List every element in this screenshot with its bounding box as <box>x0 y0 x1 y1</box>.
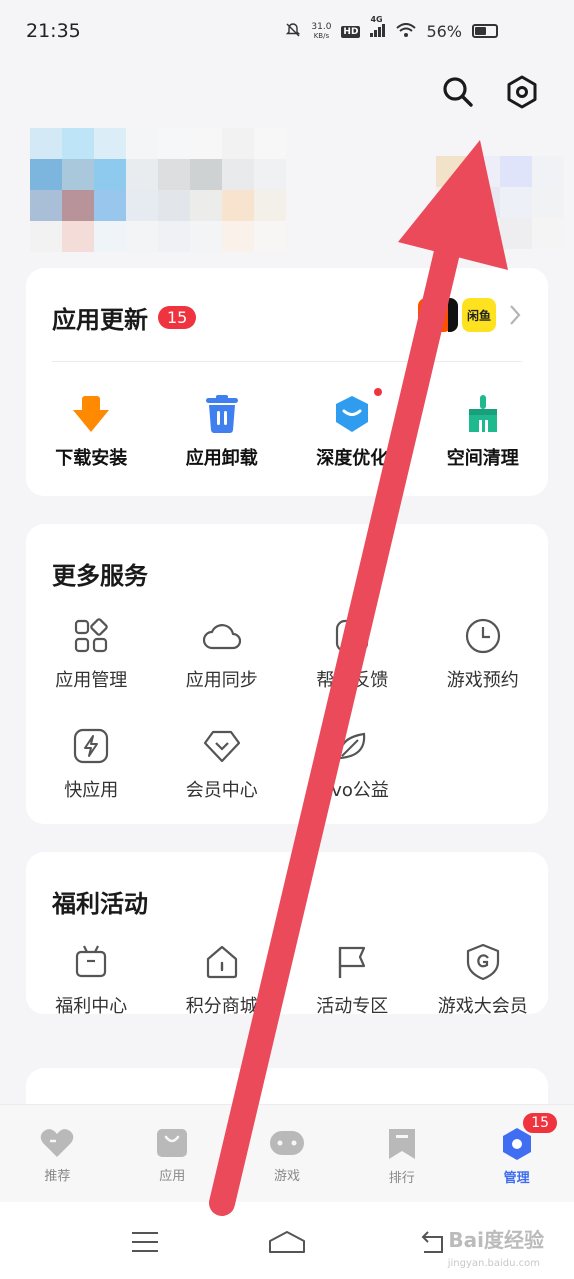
nav-apps[interactable]: 应用 <box>115 1105 230 1202</box>
welfare-row: 福利中心 积分商城 活动专区 游戏大会员 <box>26 940 548 1018</box>
net-speed: 31.0 KB/s <box>311 21 332 40</box>
game-vip-button[interactable]: 游戏大会员 <box>418 940 549 1018</box>
signal-icon: 4G <box>370 15 386 40</box>
cloud-icon <box>200 614 244 658</box>
watermark: Bai度经验 <box>448 1228 544 1252</box>
welfare-card: 福利活动 福利中心 积分商城 活动专区 游戏大会员 <box>26 852 548 1017</box>
search-icon <box>443 77 473 107</box>
trash-icon <box>200 392 244 436</box>
wifi-icon <box>396 23 417 40</box>
app-manage-button[interactable]: 应用管理 <box>26 614 157 692</box>
hd-indicator: HD <box>341 25 361 38</box>
mute-bell-icon <box>285 22 301 41</box>
services-row-2: 快应用 会员中心 vivo公益 <box>26 724 548 802</box>
profile-area[interactable] <box>30 128 564 252</box>
updates-actions: 下载安装 应用卸载 深度优化 空间清理 <box>26 388 549 470</box>
battery-percent: 56% <box>426 22 462 41</box>
help-icon <box>330 614 374 658</box>
broom-icon <box>461 392 505 436</box>
settings-hexagon-icon <box>507 75 537 109</box>
manage-badge: 15 <box>521 1111 560 1135</box>
nav-manage[interactable]: 管理 15 <box>459 1105 574 1202</box>
bookmark-icon <box>388 1129 415 1159</box>
app-thumb-xianyu: 闲鱼 <box>462 298 496 332</box>
points-mall-button[interactable]: 积分商城 <box>157 940 288 1018</box>
status-time: 21:35 <box>26 20 81 42</box>
home-icon <box>269 1231 305 1253</box>
menu-icon <box>132 1232 158 1252</box>
bag-icon <box>157 1129 188 1157</box>
member-center-button[interactable]: 会员中心 <box>157 724 288 802</box>
clock-icon <box>461 614 505 658</box>
battery-icon <box>472 24 498 38</box>
app-updates-title: 应用更新 <box>52 306 148 334</box>
apps-grid-icon <box>69 614 113 658</box>
status-bar: 21:35 31.0 KB/s HD 4G 56% <box>0 0 574 64</box>
bolt-icon <box>69 724 113 768</box>
heart-icon <box>41 1129 74 1157</box>
optimize-icon <box>330 388 383 436</box>
services-row-1: 应用管理 应用同步 帮助反馈 游戏预约 <box>26 614 548 692</box>
leaf-icon <box>330 724 374 768</box>
activity-zone-button[interactable]: 活动专区 <box>287 940 418 1018</box>
download-install-button[interactable]: 下载安装 <box>26 392 157 470</box>
avatar-mosaic <box>30 128 286 252</box>
more-services-title: 更多服务 <box>52 562 148 590</box>
app-updates-card: 应用更新 15 淘 闲鱼 下载安装 应用卸载 深度优化 空间清理 <box>26 268 548 496</box>
deep-optimize-button[interactable]: 深度优化 <box>287 388 418 470</box>
nav-games[interactable]: 游戏 <box>230 1105 345 1202</box>
diamond-icon <box>200 724 244 768</box>
download-arrow-icon <box>69 392 113 436</box>
gift-icon <box>69 940 113 984</box>
updates-count-badge: 15 <box>158 306 197 329</box>
app-thumb-dark <box>448 298 458 332</box>
vivo-charity-button[interactable]: vivo公益 <box>287 724 418 802</box>
optimize-red-dot <box>374 388 383 396</box>
welfare-title: 福利活动 <box>52 890 148 918</box>
watermark-sub: jingyan.baidu.com <box>447 1258 540 1269</box>
house-icon <box>200 940 244 984</box>
status-icons: 31.0 KB/s HD 4G 56% <box>285 15 462 41</box>
shield-g-icon <box>461 940 505 984</box>
back-icon <box>421 1231 443 1253</box>
flag-icon <box>330 940 374 984</box>
search-button[interactable] <box>438 72 478 112</box>
settings-button[interactable] <box>502 72 542 112</box>
recents-button[interactable] <box>130 1230 160 1258</box>
help-feedback-button[interactable]: 帮助反馈 <box>287 614 418 692</box>
home-button[interactable] <box>268 1230 306 1258</box>
space-clean-button[interactable]: 空间清理 <box>418 392 549 470</box>
gamepad-icon <box>269 1131 304 1155</box>
updates-divider <box>52 361 522 362</box>
app-sync-button[interactable]: 应用同步 <box>157 614 288 692</box>
app-updates-header[interactable]: 应用更新 15 <box>52 300 197 335</box>
chevron-right-icon <box>510 305 521 325</box>
welfare-center-button[interactable]: 福利中心 <box>26 940 157 1018</box>
app-uninstall-button[interactable]: 应用卸载 <box>157 392 288 470</box>
app-thumb-taobao: 淘 <box>418 298 452 332</box>
nav-ranking[interactable]: 排行 <box>344 1105 459 1202</box>
back-button[interactable] <box>420 1230 450 1258</box>
game-reserve-button[interactable]: 游戏预约 <box>418 614 549 692</box>
bottom-nav: 推荐 应用 游戏 排行 管理 15 <box>0 1104 574 1202</box>
nav-recommend[interactable]: 推荐 <box>0 1105 115 1202</box>
quick-app-button[interactable]: 快应用 <box>26 724 157 802</box>
more-services-card: 更多服务 应用管理 应用同步 帮助反馈 游戏预约 快应用 会员中心 vivo公益 <box>26 524 548 824</box>
profile-stats-mosaic <box>436 156 564 249</box>
app-thumbs[interactable]: 淘 闲鱼 <box>418 298 522 332</box>
